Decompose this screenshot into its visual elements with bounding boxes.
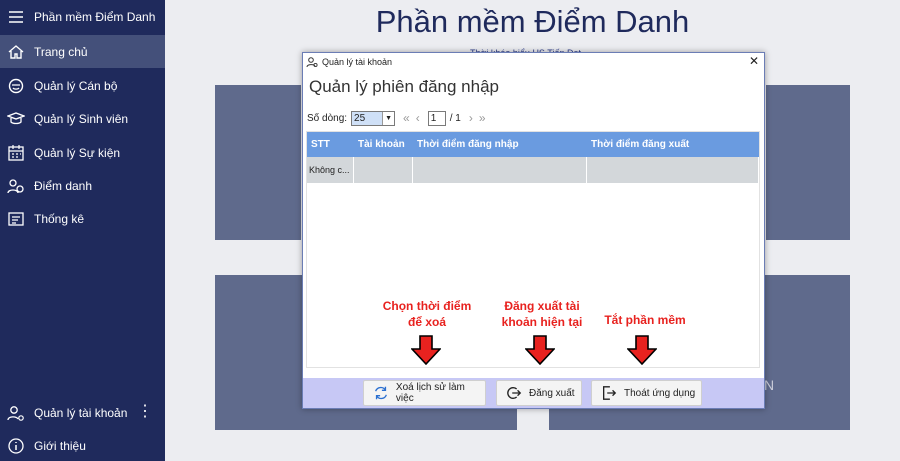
sidebar-item-label: Quản lý Sự kiện xyxy=(34,145,121,160)
hamburger-menu-icon[interactable] xyxy=(6,7,26,27)
sidebar-item-label: Quản lý tài khoản xyxy=(34,405,128,420)
logout-label: Đăng xuất xyxy=(529,387,575,399)
staff-icon xyxy=(6,76,26,96)
down-arrow-icon xyxy=(411,335,441,365)
sidebar-item-attendance[interactable]: Điểm danh xyxy=(0,169,165,202)
user-gear-icon xyxy=(306,56,318,67)
rows-per-page-value: 25 xyxy=(352,111,383,125)
table-cell[interactable] xyxy=(413,157,587,183)
dialog-heading: Quản lý phiên đăng nhập xyxy=(309,77,499,96)
sidebar-item-staff[interactable]: Quản lý Cán bộ xyxy=(0,69,165,102)
pager: Số dòng: 25 ▼ « ‹ 1 / 1 › » xyxy=(307,110,486,126)
logout-button[interactable]: Đăng xuất xyxy=(496,380,582,406)
column-header[interactable]: Tài khoản xyxy=(354,132,413,157)
sidebar-item-events[interactable]: Quản lý Sự kiện xyxy=(0,136,165,169)
column-header[interactable]: STT xyxy=(307,132,354,157)
refresh-icon xyxy=(372,384,390,402)
calendar-icon xyxy=(6,143,26,163)
table-cell[interactable] xyxy=(587,157,759,183)
sessions-table: STT Tài khoản Thời điểm đăng nhập Thời đ… xyxy=(306,131,760,368)
dialog-titlebar[interactable]: Quản lý tài khoản ✕ xyxy=(303,53,764,70)
table-cell[interactable] xyxy=(354,157,413,183)
user-settings-icon xyxy=(6,403,26,423)
page-title: Phần mềm Điểm Danh xyxy=(375,4,690,39)
first-page-icon[interactable]: « xyxy=(403,111,410,125)
home-icon xyxy=(6,42,26,62)
sidebar-item-label: Trang chủ xyxy=(34,44,88,59)
annotation-line: Chọn thời điểm xyxy=(382,299,472,313)
card-label: N xyxy=(764,377,775,393)
sidebar-item-label: Quản lý Sinh viên xyxy=(34,111,129,126)
next-page-icon[interactable]: › xyxy=(469,111,473,125)
annotation-line: để xoá xyxy=(407,315,446,329)
exit-icon xyxy=(600,384,618,402)
info-icon xyxy=(6,436,26,456)
rows-label: Số dòng: xyxy=(307,112,348,124)
sidebar: Phần mềm Điểm Danh Trang chủ Quản lý Cán… xyxy=(0,0,165,461)
sidebar-item-label: Quản lý Cán bộ xyxy=(34,78,118,93)
exit-app-label: Thoát ứng dụng xyxy=(624,387,696,399)
sidebar-item-students[interactable]: Quản lý Sinh viên xyxy=(0,102,165,135)
annotation-clear: Chọn thời điểm để xoá xyxy=(372,298,482,330)
sidebar-item-statistics[interactable]: Thống kê xyxy=(0,202,165,235)
sidebar-item-label: Giới thiệu xyxy=(34,438,86,453)
table-cell[interactable]: Không c... xyxy=(307,157,354,183)
sidebar-item-label: Thống kê xyxy=(34,211,85,226)
sidebar-header[interactable]: Phần mềm Điểm Danh xyxy=(0,0,165,33)
logout-icon xyxy=(505,384,523,402)
sidebar-item-home[interactable]: Trang chủ xyxy=(0,35,165,68)
down-arrow-icon xyxy=(525,335,555,365)
table-row[interactable]: Không c... xyxy=(307,157,759,183)
annotation-line: Đăng xuất tài xyxy=(504,299,580,313)
rows-per-page-select[interactable]: 25 ▼ xyxy=(351,110,396,126)
dialog-footer: Xoá lịch sử làm việc Đăng xuất Thoát ứng… xyxy=(303,378,764,408)
app-title: Phần mềm Điểm Danh xyxy=(34,9,156,24)
column-header[interactable]: Thời điểm đăng xuất xyxy=(587,132,759,157)
sidebar-item-account[interactable]: Quản lý tài khoản ⋮ xyxy=(0,396,165,429)
annotation-line: Tắt phần mềm xyxy=(604,313,686,327)
column-header[interactable]: Thời điểm đăng nhập xyxy=(413,132,587,157)
exit-app-button[interactable]: Thoát ứng dụng xyxy=(591,380,702,406)
clear-history-button[interactable]: Xoá lịch sử làm việc xyxy=(363,380,486,406)
annotation-exit: Tắt phần mềm xyxy=(590,312,700,328)
sidebar-item-about[interactable]: Giới thiệu xyxy=(0,429,165,461)
table-header: STT Tài khoản Thời điểm đăng nhập Thời đ… xyxy=(307,132,759,157)
report-icon xyxy=(6,209,26,229)
more-options-icon[interactable]: ⋮ xyxy=(137,404,153,420)
annotation-line: khoản hiện tại xyxy=(501,315,583,329)
dialog-window-title: Quản lý tài khoản xyxy=(322,56,393,67)
page-total: / 1 xyxy=(449,112,461,124)
student-icon xyxy=(6,109,26,129)
down-arrow-icon xyxy=(627,335,657,365)
page-number-input[interactable]: 1 xyxy=(427,110,446,126)
dashboard-card[interactable] xyxy=(215,85,301,240)
users-icon xyxy=(6,176,26,196)
clear-history-label: Xoá lịch sử làm việc xyxy=(395,382,465,404)
dashboard-card[interactable] xyxy=(766,85,850,240)
close-icon[interactable]: ✕ xyxy=(749,54,759,68)
chevron-down-icon[interactable]: ▼ xyxy=(382,111,394,125)
annotation-logout: Đăng xuất tài khoản hiện tại xyxy=(487,298,597,330)
last-page-icon[interactable]: » xyxy=(479,111,486,125)
sidebar-item-label: Điểm danh xyxy=(34,178,93,193)
prev-page-icon[interactable]: ‹ xyxy=(416,111,420,125)
